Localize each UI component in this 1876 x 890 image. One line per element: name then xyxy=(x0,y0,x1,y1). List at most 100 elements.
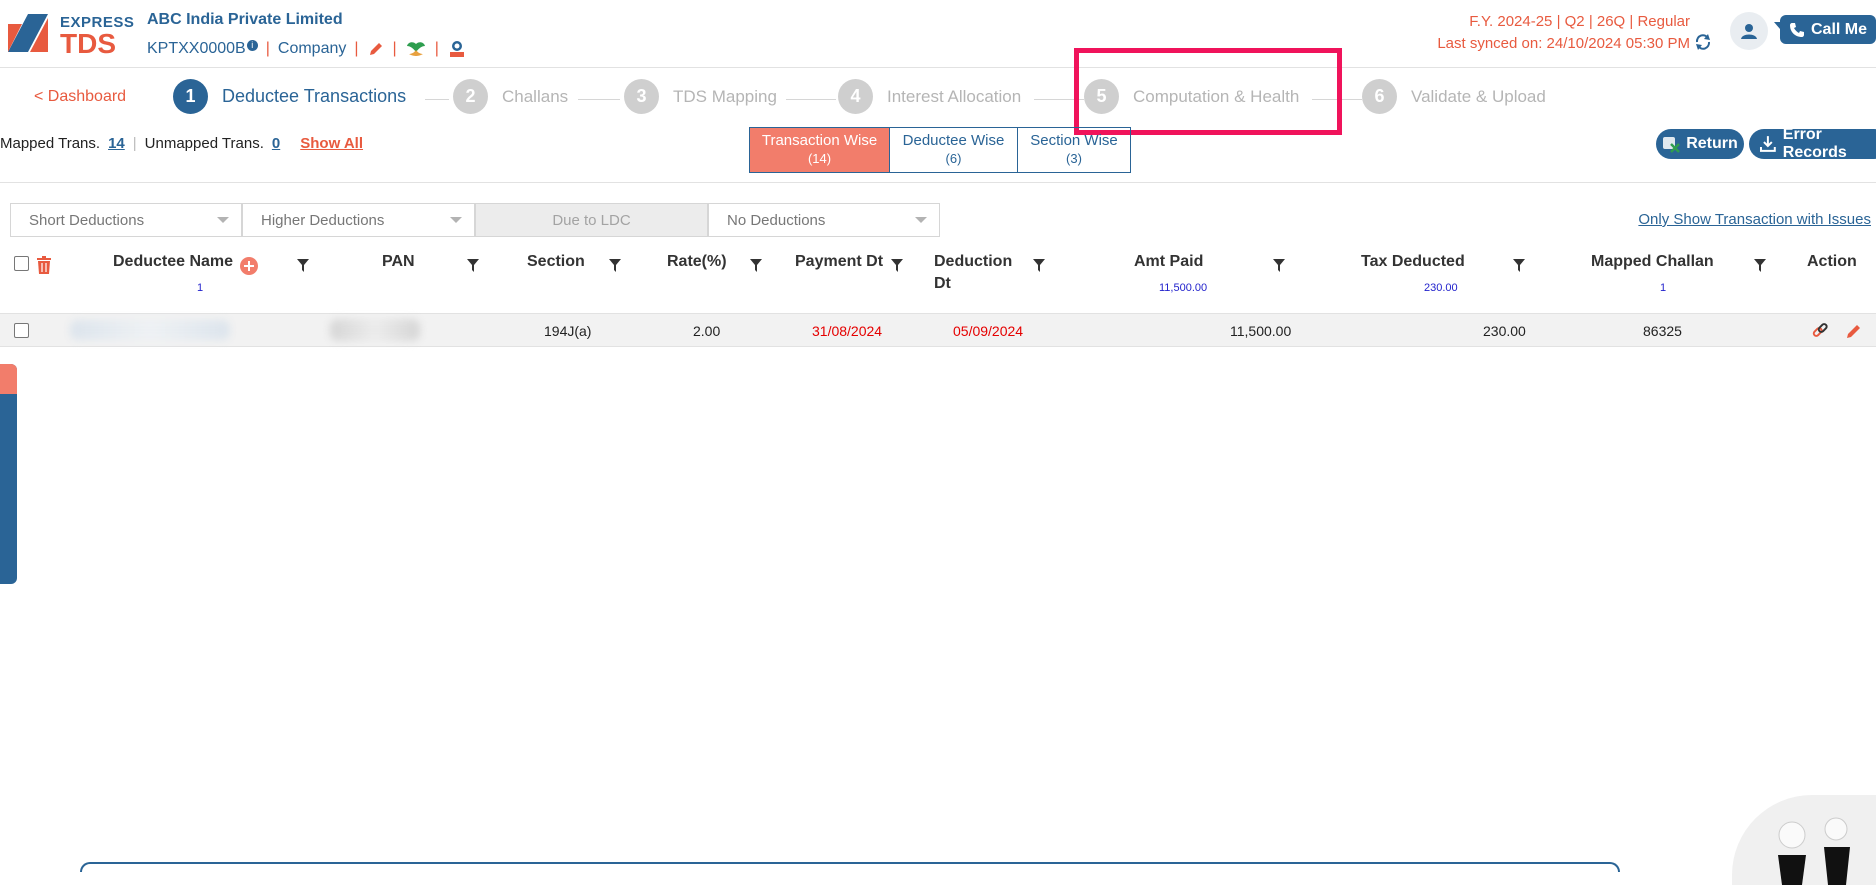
dropdown-label: Short Deductions xyxy=(29,211,145,229)
challan-count: 1 xyxy=(1660,282,1667,294)
chevron-down-icon xyxy=(450,217,462,223)
bottom-panel-edge xyxy=(80,862,1620,872)
step-number: 2 xyxy=(453,79,488,114)
filter-icon[interactable] xyxy=(891,259,903,272)
step-tds-mapping[interactable]: 3 TDS Mapping xyxy=(624,79,777,114)
filter-icon[interactable] xyxy=(609,259,621,272)
step-number: 1 xyxy=(173,79,208,114)
col-payment-dt: Payment Dt xyxy=(795,253,884,270)
col-section: Section xyxy=(527,253,585,270)
filter-icon[interactable] xyxy=(467,259,479,272)
step-connector xyxy=(578,99,620,100)
cell-deduction-dt: 05/09/2024 xyxy=(953,323,1024,339)
highlight-box xyxy=(1074,48,1342,135)
dashboard-link[interactable]: < Dashboard xyxy=(34,88,126,106)
workflow-stepper: < Dashboard 1 Deductee Transactions 2 Ch… xyxy=(0,74,1876,124)
col-deductee-name: Deductee Name xyxy=(113,253,234,270)
tab-count: (3) xyxy=(1066,151,1082,166)
separator: | xyxy=(265,40,270,57)
col-rate: Rate(%) xyxy=(667,253,727,270)
cell-amt-paid: 11,500.00 xyxy=(1230,323,1292,339)
step-challans[interactable]: 2 Challans xyxy=(453,79,568,114)
col-pan: PAN xyxy=(382,253,415,270)
return-button[interactable]: Return xyxy=(1656,129,1744,159)
col-deduction-dt-line2: Dt xyxy=(934,275,951,292)
row-checkbox[interactable] xyxy=(14,323,29,338)
pan-redacted xyxy=(330,319,420,341)
sync-icon[interactable] xyxy=(1694,33,1712,51)
dropdown-label: Higher Deductions xyxy=(261,211,385,229)
help-mascot[interactable] xyxy=(1732,795,1876,885)
error-records-button[interactable]: Error Records xyxy=(1749,126,1876,161)
step-connector xyxy=(786,99,836,100)
step-label: Validate & Upload xyxy=(1411,86,1546,106)
mapped-count-link[interactable]: 14 xyxy=(108,135,125,152)
delete-icon[interactable] xyxy=(36,256,52,274)
section-wise-tab[interactable]: Section Wise (3) xyxy=(1018,128,1130,172)
amt-paid-total: 11,500.00 xyxy=(1159,282,1208,294)
add-deductee-icon[interactable] xyxy=(240,257,258,275)
user-avatar[interactable] xyxy=(1730,12,1768,50)
step-number: 6 xyxy=(1362,79,1397,114)
company-name: ABC India Private Limited xyxy=(147,11,343,28)
user-icon xyxy=(1741,24,1757,39)
error-records-label: Error Records xyxy=(1782,126,1847,161)
last-synced: Last synced on: 24/10/2024 05:30 PM xyxy=(1437,35,1690,52)
cell-tax-deducted: 230.00 xyxy=(1483,323,1526,339)
deductee-wise-tab[interactable]: Deductee Wise (6) xyxy=(890,128,1018,172)
filter-icon[interactable] xyxy=(297,259,309,272)
select-all-checkbox[interactable] xyxy=(14,256,29,271)
fy-quarter-info: F.Y. 2024-25 | Q2 | 26Q | Regular xyxy=(1469,13,1690,30)
side-feedback-tab[interactable] xyxy=(0,364,17,584)
express-tds-logo[interactable]: EXPRESS TDS xyxy=(8,10,134,59)
tan-number: KPTXX0000B i xyxy=(147,40,258,58)
cell-payment-dt: 31/08/2024 xyxy=(812,323,883,339)
step-validate-upload[interactable]: 6 Validate & Upload xyxy=(1362,79,1546,114)
cell-mapped-challan: 86325 xyxy=(1643,323,1682,339)
dsc-icon[interactable] xyxy=(405,40,427,58)
view-toggle-group: Transaction Wise (14) Deductee Wise (6) … xyxy=(749,127,1131,173)
edit-row-icon[interactable] xyxy=(1845,322,1863,340)
chevron-down-icon xyxy=(217,217,229,223)
logo-mark-icon xyxy=(8,14,48,52)
show-all-link[interactable]: Show All xyxy=(300,135,363,152)
logo-text-bottom: TDS xyxy=(60,28,116,59)
tax-deducted-total: 230.00 xyxy=(1424,282,1458,294)
tab-label: Transaction Wise xyxy=(761,132,878,149)
tab-count: (6) xyxy=(945,151,962,166)
transaction-counts: Mapped Trans. 14 | Unmapped Trans. 0 Sho… xyxy=(0,135,363,152)
info-icon[interactable]: i xyxy=(246,40,258,51)
certificate-icon[interactable] xyxy=(447,39,467,59)
dropdown-label: Due to LDC xyxy=(552,211,631,229)
chevron-down-icon xyxy=(915,217,927,223)
col-deduction-dt-line1: Deduction xyxy=(934,253,1013,270)
link-icon[interactable] xyxy=(1811,322,1829,340)
unmapped-label: Unmapped Trans. xyxy=(144,135,264,152)
col-tax-deducted: Tax Deducted xyxy=(1361,253,1465,270)
separator: | xyxy=(434,40,439,57)
call-me-button[interactable]: Call Me xyxy=(1780,15,1876,44)
rss-icon[interactable] xyxy=(0,364,17,394)
filter-icon[interactable] xyxy=(1033,259,1045,272)
step-deductee-transactions[interactable]: 1 Deductee Transactions xyxy=(173,79,406,114)
higher-deductions-dropdown[interactable]: Higher Deductions xyxy=(242,203,475,237)
tab-count: (14) xyxy=(807,151,832,166)
company-details-row: KPTXX0000B i | Company | | | xyxy=(147,39,467,59)
filter-icon[interactable] xyxy=(1273,259,1285,272)
only-issues-link[interactable]: Only Show Transaction with Issues xyxy=(1638,211,1871,228)
deductee-name-redacted xyxy=(70,320,230,340)
short-deductions-dropdown[interactable]: Short Deductions xyxy=(10,203,242,237)
step-interest-allocation[interactable]: 4 Interest Allocation xyxy=(838,79,1021,114)
edit-icon[interactable] xyxy=(367,40,385,58)
filter-icon[interactable] xyxy=(1754,259,1766,272)
transaction-wise-tab[interactable]: Transaction Wise (14) xyxy=(750,128,890,172)
return-label: Return xyxy=(1686,135,1738,152)
filter-icon[interactable] xyxy=(1513,259,1525,272)
app-header: EXPRESS TDS ABC India Private Limited KP… xyxy=(0,0,1876,68)
no-deductions-dropdown[interactable]: No Deductions xyxy=(708,203,940,237)
filter-icon[interactable] xyxy=(750,259,762,272)
entity-type: Company xyxy=(277,40,347,57)
step-label: TDS Mapping xyxy=(673,86,777,106)
table-row[interactable]: 194J(a) 2.00 31/08/2024 05/09/2024 11,50… xyxy=(0,313,1876,347)
unmapped-count-link[interactable]: 0 xyxy=(272,135,280,152)
